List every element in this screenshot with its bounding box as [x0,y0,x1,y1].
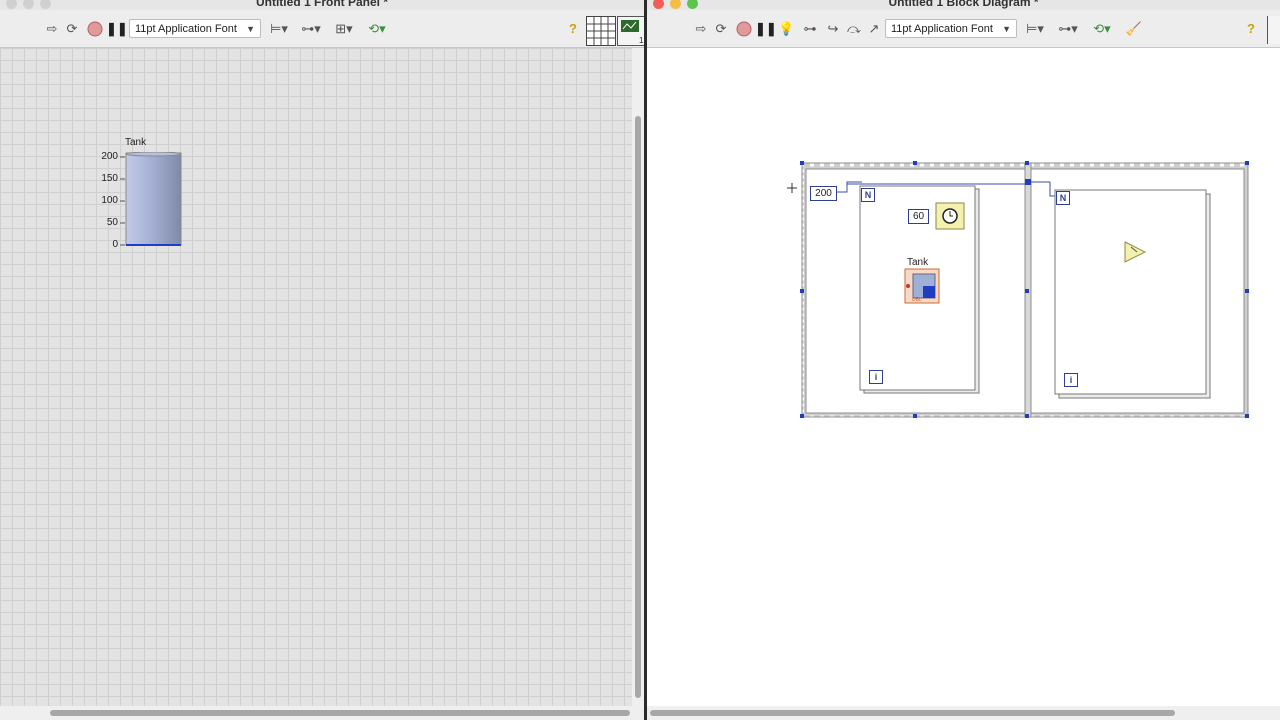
run-arrow-icon[interactable]: ⇨ [693,20,709,38]
step-over-icon[interactable]: ⤼ [845,20,863,38]
tank-scale-tick: 0 [112,239,118,250]
pause-icon[interactable]: ❚❚ [755,20,777,38]
block-diagram-titlebar: Untitled 1 Block Diagram * [647,0,1280,10]
block-diagram-canvas[interactable]: DBL 200 N 60 Tank i N i [647,48,1280,706]
highlight-execution-icon[interactable]: 💡 [778,20,794,38]
run-continuously-icon[interactable]: ⟳ [713,20,729,38]
wait-ms-function[interactable] [935,202,965,230]
run-continuously-icon[interactable]: ⟳ [64,20,80,38]
tank-terminal-label: Tank [907,257,929,268]
for-loop-2[interactable] [1054,189,1211,399]
tank-indicator[interactable] [120,152,184,248]
tank-label: Tank [125,137,147,148]
front-panel-window: Untitled 1 Front Panel * ⇨ ⟳ ❚❚ 11pt App… [0,0,644,720]
loop-iteration-terminal[interactable]: i [869,370,883,384]
vi-icon[interactable] [1267,16,1280,44]
block-diagram-svg: DBL [787,161,1249,418]
loop-iteration-terminal[interactable]: i [1064,373,1078,387]
chevron-down-icon: ▼ [1002,24,1011,34]
tank-scale-tick: 50 [106,217,118,228]
front-panel-toolbar: ⇨ ⟳ ❚❚ 11pt Application Font ▼ ⊨▾ ⊶▾ ⊞▾ … [0,10,644,48]
step-into-icon[interactable]: ↪ [824,20,842,38]
vertical-scrollbar[interactable] [632,48,644,706]
block-diagram-window: Untitled 1 Block Diagram * ⇨ ⟳ ❚❚ 💡 ⊶ ↪ … [647,0,1280,720]
tank-scale-tick: 200 [101,151,118,162]
distribute-objects-icon[interactable]: ⊶▾ [298,20,324,38]
abort-icon[interactable] [86,20,104,38]
loop-count-terminal[interactable]: N [1056,191,1070,205]
font-selector-label: 11pt Application Font [891,23,993,35]
tank-scale-tick: 150 [101,173,118,184]
horizontal-scrollbar[interactable] [647,706,1280,720]
font-selector-label: 11pt Application Font [135,23,237,35]
crosshair-cursor-icon [787,183,797,193]
window-title: Untitled 1 Block Diagram * [888,0,1039,9]
align-objects-icon[interactable]: ⊨▾ [1022,20,1048,38]
retain-wire-values-icon[interactable]: ⊶ [801,20,819,38]
font-selector[interactable]: 11pt Application Font ▼ [885,19,1017,38]
help-icon[interactable]: ? [1243,20,1259,38]
horizontal-scroll-thumb[interactable] [650,710,1175,716]
pause-icon[interactable]: ❚❚ [106,20,128,38]
svg-text:DBL: DBL [912,297,922,303]
horizontal-scroll-thumb[interactable] [50,710,630,716]
window-title: Untitled 1 Front Panel * [255,0,388,9]
front-panel-titlebar: Untitled 1 Front Panel * [0,0,644,10]
tank-scale-tick: 100 [101,195,118,206]
resize-objects-icon[interactable]: ⊞▾ [331,20,357,38]
reorder-icon[interactable]: ⟲▾ [1089,20,1115,38]
distribute-objects-icon[interactable]: ⊶▾ [1055,20,1081,38]
step-out-icon[interactable]: ↗ [865,20,883,38]
clean-up-diagram-icon[interactable]: 🧹 [1123,20,1145,38]
run-arrow-icon[interactable]: ⇨ [44,20,60,38]
numeric-constant-60[interactable]: 60 [908,209,929,224]
vertical-scroll-thumb[interactable] [635,116,641,698]
svg-text:1: 1 [639,36,644,45]
loop-count-terminal[interactable]: N [861,188,875,202]
connector-pane-icon[interactable] [586,16,616,46]
horizontal-scrollbar[interactable] [0,706,644,720]
help-icon[interactable]: ? [565,20,581,38]
reorder-icon[interactable]: ⟲▾ [364,20,390,38]
sequence-local-tunnel[interactable] [1025,179,1031,185]
tank-terminal[interactable]: DBL [904,268,940,304]
abort-icon[interactable] [735,20,753,38]
numeric-constant-200[interactable]: 200 [810,186,837,201]
align-objects-icon[interactable]: ⊨▾ [266,20,292,38]
vi-icon[interactable]: 1 [617,16,644,46]
front-panel-canvas[interactable]: Tank 200 150 100 50 0 [0,48,632,706]
tank-fill-level [126,244,181,246]
font-selector[interactable]: 11pt Application Font ▼ [129,19,261,38]
chevron-down-icon: ▼ [246,24,255,34]
block-diagram-toolbar: ⇨ ⟳ ❚❚ 💡 ⊶ ↪ ⤼ ↗ 11pt Application Font ▼… [647,10,1280,48]
